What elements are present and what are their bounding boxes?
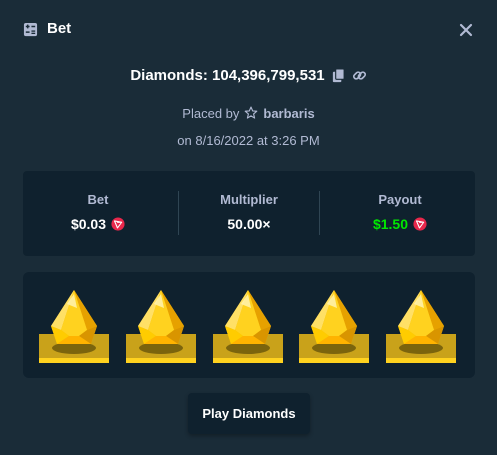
gem-slot-1: [37, 286, 111, 364]
diamonds-result-board: [23, 272, 475, 378]
stat-divider: [319, 191, 320, 235]
payout-value-row: $1.50: [325, 216, 475, 232]
game-id-line: Diamonds: 104,396,799,531: [0, 64, 497, 86]
modal-header: Bet: [0, 0, 497, 60]
multiplier-value: 50.00×: [227, 216, 271, 232]
gem-slot-3: [211, 286, 285, 364]
close-icon[interactable]: [456, 20, 476, 40]
yellow-gem-icon: [213, 290, 283, 363]
bet-amount-label: Bet: [87, 192, 109, 207]
payout-value: $1.50: [372, 216, 409, 232]
gem-slot-2: [124, 286, 198, 364]
yellow-gem-icon: [299, 290, 369, 363]
game-id-title: Diamonds: 104,396,799,531: [130, 66, 325, 84]
bet-stats-panel: Bet $0.03 Multiplier 50.00× Payout $1.50: [23, 171, 475, 256]
yellow-gem-icon: [126, 290, 196, 363]
tron-coin-icon: [413, 217, 427, 231]
placed-by-label: Placed by: [182, 105, 240, 121]
gem-slot-5: [384, 286, 458, 364]
bet-date: on 8/16/2022 at 3:26 PM: [177, 133, 320, 148]
gem-slot-4: [297, 286, 371, 364]
multiplier-label: Multiplier: [220, 192, 278, 207]
username-link[interactable]: barbaris: [263, 106, 314, 121]
copy-icon[interactable]: [331, 67, 346, 83]
payout-stat: Payout $1.50: [325, 171, 475, 256]
star-icon: [245, 106, 258, 119]
multiplier-stat: Multiplier 50.00×: [174, 171, 324, 256]
placed-by-line: Placed by barbaris: [0, 104, 497, 122]
bet-amount-value: $0.03: [70, 216, 107, 232]
modal-title: Bet: [47, 20, 72, 37]
yellow-gem-icon: [39, 290, 109, 363]
tron-coin-icon: [111, 217, 125, 231]
bet-slip-icon: [23, 22, 38, 37]
link-icon[interactable]: [352, 68, 367, 83]
yellow-gem-icon: [386, 290, 456, 363]
payout-label: Payout: [378, 192, 422, 207]
bet-amount-stat: Bet $0.03: [23, 171, 173, 256]
bet-amount-value-row: $0.03: [23, 216, 173, 232]
play-diamonds-button[interactable]: Play Diamonds: [188, 393, 310, 434]
multiplier-value-row: 50.00×: [174, 216, 324, 232]
